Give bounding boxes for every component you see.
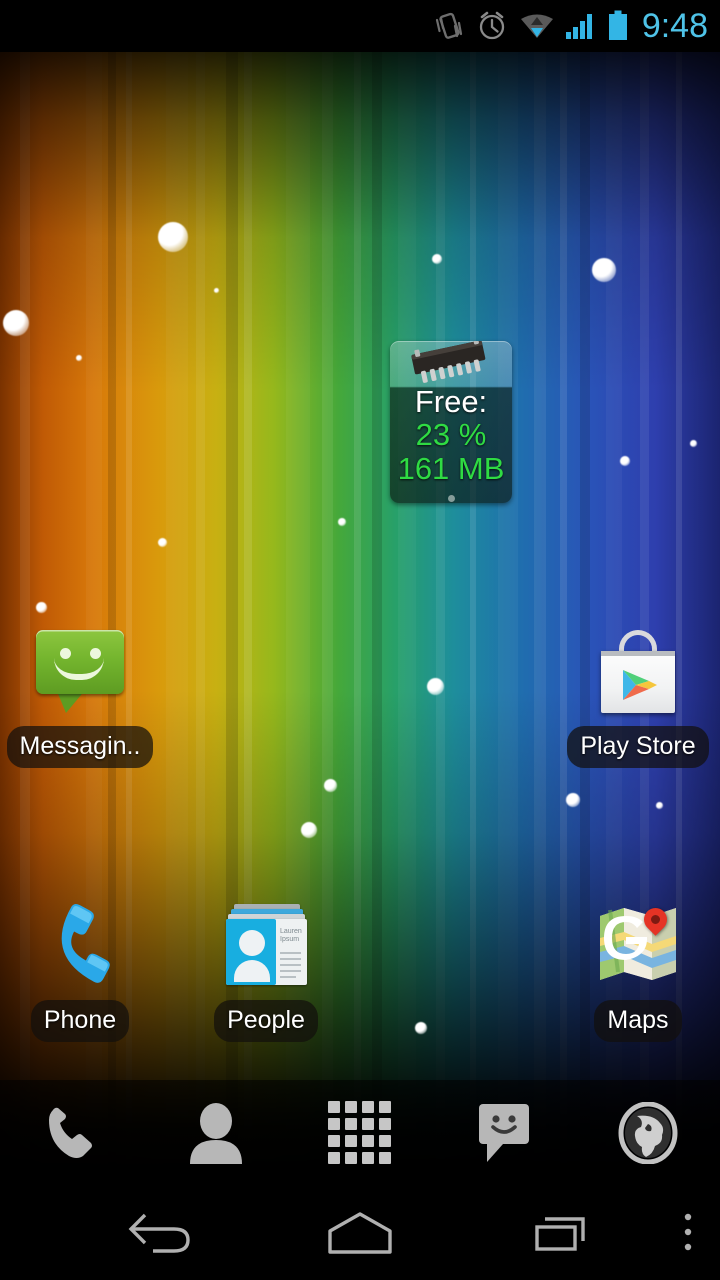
globe-icon <box>617 1101 679 1169</box>
battery-icon <box>608 10 628 42</box>
widget-percent: 23 % <box>415 417 487 453</box>
dock-item-contacts[interactable] <box>144 1080 288 1190</box>
overflow-menu-icon <box>682 1211 694 1260</box>
recents-icon <box>531 1209 593 1262</box>
maps-icon <box>592 900 684 992</box>
play-store-icon <box>592 626 684 718</box>
wifi-icon <box>520 11 554 41</box>
home-icon <box>324 1211 396 1260</box>
status-bar[interactable]: 9:48 <box>0 0 720 52</box>
widget-amount: 161 MB <box>397 450 505 486</box>
status-bar-clock: 9:48 <box>641 7 708 45</box>
people-card-name-1: Lauren <box>280 928 302 935</box>
widget-title: Free: <box>414 384 488 419</box>
nav-back-button[interactable] <box>120 1190 200 1280</box>
app-label-people: People <box>214 1000 318 1042</box>
people-card-name-2: Ipsum <box>280 936 300 943</box>
app-icon-maps[interactable]: Maps <box>558 900 718 1042</box>
dock-item-phone[interactable] <box>0 1080 144 1190</box>
vibrate-icon <box>434 10 464 42</box>
nav-recents-button[interactable] <box>522 1190 602 1280</box>
app-icon-play-store[interactable]: Play Store <box>558 626 718 768</box>
navigation-bar <box>0 1190 720 1280</box>
messaging-icon <box>34 626 126 718</box>
app-icon-people[interactable]: Lauren Ipsum People <box>186 900 346 1042</box>
people-icon: Lauren Ipsum <box>220 900 312 992</box>
phone-handset-icon <box>41 1102 103 1169</box>
app-icon-phone[interactable]: Phone <box>0 900 160 1042</box>
nav-menu-button[interactable] <box>668 1190 708 1280</box>
signal-icon <box>565 11 596 41</box>
dock-item-browser[interactable] <box>576 1080 720 1190</box>
app-label-maps: Maps <box>594 1000 682 1042</box>
memory-free-widget[interactable]: Free: 23 % 161 MB <box>390 341 512 503</box>
message-bubble-icon <box>473 1100 535 1171</box>
app-label-play-store: Play Store <box>567 726 709 768</box>
memory-widget-readout: Free: 23 % 161 MB <box>390 384 512 486</box>
nav-home-button[interactable] <box>320 1190 400 1280</box>
widget-resize-handle[interactable] <box>448 495 455 502</box>
memory-chip-icon <box>390 341 512 388</box>
app-label-messaging: Messagin.. <box>6 726 154 768</box>
dock-item-messaging[interactable] <box>432 1080 576 1190</box>
dock-item-all-apps[interactable] <box>288 1080 432 1190</box>
app-label-phone: Phone <box>30 1000 130 1042</box>
alarm-icon <box>476 10 508 42</box>
android-home-screen: 9:48 Free: 23 % 161 MB Messagin.. Play S… <box>0 0 720 1280</box>
back-arrow-icon <box>125 1209 195 1262</box>
app-icon-messaging[interactable]: Messagin.. <box>0 626 160 768</box>
person-icon <box>186 1102 246 1169</box>
app-grid-icon <box>327 1100 393 1171</box>
dock <box>0 1080 720 1190</box>
phone-icon <box>34 900 126 992</box>
